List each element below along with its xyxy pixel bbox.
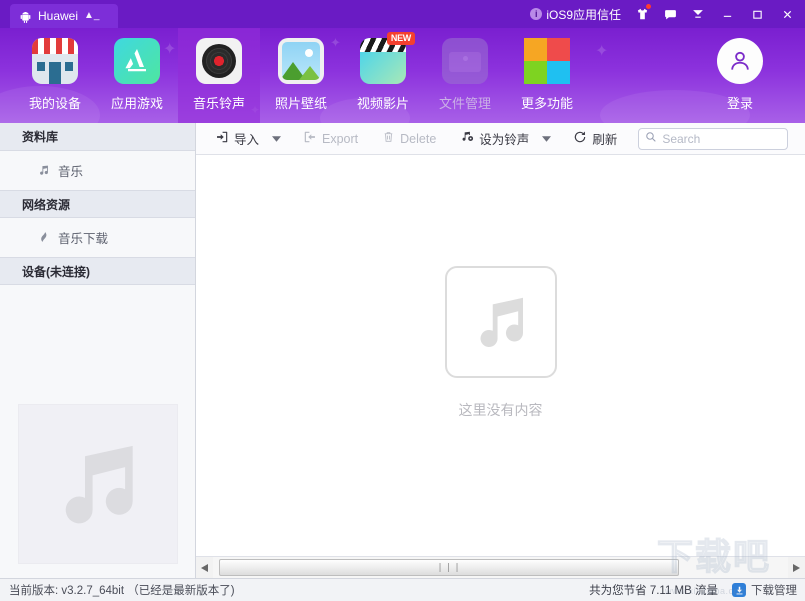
search-icon — [645, 130, 657, 148]
close-button[interactable] — [773, 0, 801, 28]
sidebar-section-network-label: 网络资源 — [22, 197, 71, 212]
export-icon — [303, 130, 317, 147]
sidebar-section-device[interactable]: 设备(未连接) — [0, 257, 195, 285]
empty-state-text: 这里没有内容 — [458, 401, 543, 418]
nav-item-file-manager[interactable]: 文件管理 — [424, 28, 506, 123]
version-text: 当前版本: v3.2.7_64bit （已经是最新版本了) — [9, 585, 235, 597]
info-icon: i — [530, 8, 543, 20]
minimize-to-tray-icon[interactable] — [685, 1, 711, 27]
delete-button[interactable]: Delete — [375, 126, 443, 152]
skin-notification-dot — [646, 4, 651, 9]
refresh-icon — [573, 130, 587, 147]
sidebar: 资料库 音乐 网络资源 音乐下载 设备(未连接) — [0, 123, 196, 578]
apps-games-icon — [114, 38, 160, 84]
nav-item-video-movies[interactable]: NEW 视频影片 — [342, 28, 424, 123]
sidebar-item-music-download-label: 音乐下载 — [58, 232, 109, 246]
scrollbar-track[interactable]: ❘❘❘ — [213, 557, 788, 578]
scrollbar-thumb[interactable]: ❘❘❘ — [219, 559, 679, 576]
ios9-trust-notice[interactable]: i iOS9应用信任 — [524, 6, 627, 23]
content-toolbar: 导入 Export Delete 设为铃声 刷新 Search — [196, 123, 805, 155]
status-bar-right: 共为您节省 7.11 MB 流量 下载管理 — [589, 582, 805, 598]
user-avatar-icon — [717, 38, 763, 84]
refresh-label: 刷新 — [592, 133, 618, 147]
music-note-icon — [36, 164, 50, 177]
sidebar-music-placeholder — [18, 404, 178, 564]
import-icon — [215, 130, 229, 147]
status-bar: 当前版本: v3.2.7_64bit （已经是最新版本了) 共为您节省 7.11… — [0, 578, 805, 601]
ringtone-icon — [460, 130, 474, 147]
more-features-icon — [524, 38, 570, 84]
nav-item-apps-games[interactable]: 应用游戏 — [96, 28, 178, 123]
music-download-icon — [36, 231, 50, 244]
application-window: Huawei ▲_ i iOS9应用信任 ✦ ✦ ✦ 我的设备 应用游戏 音乐铃… — [0, 0, 805, 601]
saved-traffic-text: 共为您节省 7.11 MB 流量 — [589, 585, 718, 597]
body-area: 资料库 音乐 网络资源 音乐下载 设备(未连接) 导入 Export Delet… — [0, 123, 805, 578]
nav-label-photos-wallpaper: 照片壁纸 — [274, 96, 327, 111]
new-badge: NEW — [386, 32, 415, 46]
device-tab-label: Huawei — [38, 9, 79, 23]
eject-icon[interactable]: ▲_ — [84, 11, 99, 21]
import-label: 导入 — [234, 133, 260, 147]
nav-label-my-device: 我的设备 — [28, 96, 81, 111]
export-button[interactable]: Export — [296, 126, 365, 152]
login-button[interactable]: 登录 — [699, 28, 781, 123]
sidebar-section-library-label: 资料库 — [22, 130, 59, 144]
device-tab-huawei[interactable]: Huawei ▲_ — [10, 4, 118, 28]
download-manager-button[interactable]: 下载管理 — [732, 582, 797, 598]
delete-label: Delete — [400, 131, 437, 146]
nav-item-my-device[interactable]: 我的设备 — [14, 28, 96, 123]
ios9-trust-label: iOS9应用信任 — [546, 7, 621, 22]
login-label: 登录 — [726, 96, 753, 111]
music-note-empty-icon — [480, 297, 523, 347]
set-ringtone-label: 设为铃声 — [479, 133, 530, 147]
empty-state-box — [444, 265, 557, 378]
skin-icon[interactable] — [629, 1, 655, 27]
refresh-button[interactable]: 刷新 — [566, 126, 624, 152]
nav-label-music-ringtones: 音乐铃声 — [192, 96, 245, 111]
search-box[interactable] — [638, 127, 789, 150]
android-icon — [19, 10, 32, 23]
my-device-icon — [32, 38, 78, 84]
content-panel: 导入 Export Delete 设为铃声 刷新 Search 这里没有内容 ❘… — [196, 123, 805, 578]
music-ringtones-icon — [196, 38, 242, 84]
import-button[interactable]: 导入 — [208, 126, 266, 152]
video-movies-icon: NEW — [360, 32, 415, 84]
sidebar-item-music[interactable]: 音乐 — [0, 151, 195, 190]
search-input[interactable] — [662, 131, 781, 146]
sidebar-item-music-label: 音乐 — [58, 165, 84, 179]
scroll-left-arrow-icon[interactable] — [196, 557, 213, 578]
nav-label-video-movies: 视频影片 — [356, 96, 409, 111]
minimize-button[interactable] — [713, 0, 741, 28]
nav-label-apps-games: 应用游戏 — [110, 96, 163, 111]
titlebar-right-group: i iOS9应用信任 — [524, 0, 805, 28]
scroll-right-arrow-icon[interactable] — [788, 557, 805, 578]
feedback-chat-icon[interactable] — [657, 1, 683, 27]
nav-item-music-ringtones[interactable]: 音乐铃声 — [178, 28, 260, 123]
nav-label-file-manager: 文件管理 — [438, 96, 491, 111]
nav-label-more-features: 更多功能 — [520, 96, 573, 111]
nav-item-photos-wallpaper[interactable]: 照片壁纸 — [260, 28, 342, 123]
nav-items: 我的设备 应用游戏 音乐铃声 照片壁纸 NEW 视频影片 文件管理 更多功能 登… — [0, 28, 805, 123]
music-note-placeholder-icon — [65, 445, 133, 524]
horizontal-scrollbar[interactable]: ❘❘❘ — [196, 556, 805, 578]
sidebar-section-network[interactable]: 网络资源 — [0, 190, 195, 218]
nav-item-more-features[interactable]: 更多功能 — [506, 28, 588, 123]
download-manager-label: 下载管理 — [751, 585, 797, 597]
file-manager-icon — [442, 38, 488, 84]
download-icon — [732, 583, 746, 597]
sidebar-section-library[interactable]: 资料库 — [0, 123, 195, 151]
import-dropdown-chevron-down-icon[interactable] — [266, 126, 286, 152]
export-label: Export — [322, 131, 359, 146]
set-ringtone-button[interactable]: 设为铃声 — [453, 126, 536, 152]
title-bar: Huawei ▲_ i iOS9应用信任 — [0, 0, 805, 28]
empty-state: 这里没有内容 — [196, 155, 805, 556]
main-navigation-bar: ✦ ✦ ✦ ✦ 我的设备 应用游戏 — [0, 28, 805, 123]
trash-icon — [382, 130, 395, 147]
sidebar-item-music-download[interactable]: 音乐下载 — [0, 218, 195, 257]
maximize-button[interactable] — [743, 0, 771, 28]
ringtone-dropdown-chevron-down-icon[interactable] — [536, 126, 556, 152]
photos-wallpaper-icon — [278, 38, 324, 84]
sidebar-section-device-label: 设备(未连接) — [22, 264, 90, 279]
scrollbar-grip: ❘❘❘ — [436, 562, 462, 572]
